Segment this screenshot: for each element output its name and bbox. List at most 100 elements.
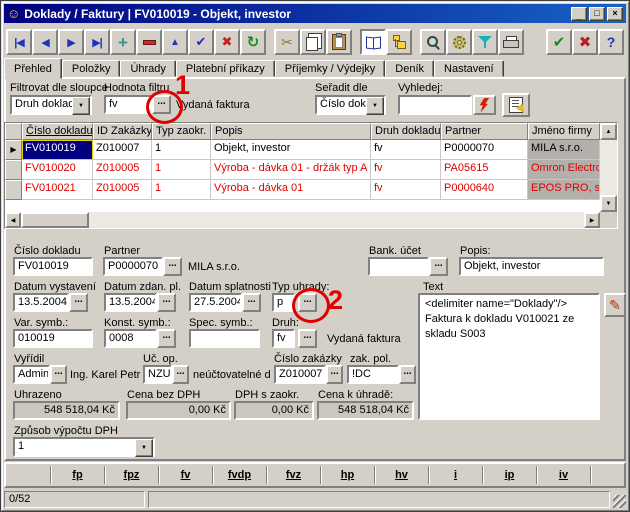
- tab-nastaveni[interactable]: Nastavení: [434, 60, 504, 77]
- table-cell[interactable]: Objekt, investor: [211, 140, 371, 160]
- col-header-jmeno-firmy[interactable]: Jméno firmy: [528, 123, 600, 140]
- delete-record-button[interactable]: [136, 29, 162, 55]
- table-cell[interactable]: FV010021: [22, 180, 93, 200]
- ok-button[interactable]: ✔: [546, 29, 572, 55]
- chevron-down-icon[interactable]: ▼: [366, 97, 384, 115]
- minimize-button[interactable]: _: [571, 7, 587, 21]
- scroll-down-button[interactable]: ▼: [600, 195, 617, 212]
- search-button[interactable]: [420, 29, 446, 55]
- refresh-button[interactable]: ↻: [240, 29, 266, 55]
- nav-last-button[interactable]: ▶|: [84, 29, 110, 55]
- doc-type-link-hv[interactable]: hv: [395, 469, 408, 481]
- table-cell[interactable]: Z010005: [93, 160, 152, 180]
- bank-ucet-lookup-button[interactable]: ...: [429, 257, 448, 276]
- vyridil-lookup-button[interactable]: ...: [50, 365, 67, 384]
- bank-ucet-field[interactable]: [368, 257, 429, 276]
- scroll-up-button[interactable]: ▲: [600, 123, 617, 140]
- doc-type-link-i[interactable]: i: [454, 469, 457, 481]
- add-record-button[interactable]: +: [110, 29, 136, 55]
- col-header-id-zakazky[interactable]: ID Zakázky: [93, 123, 152, 140]
- datum-vystaveni-field[interactable]: 13.5.2004 1: [13, 293, 69, 312]
- table-cell[interactable]: fv: [371, 140, 441, 160]
- uc-op-lookup-button[interactable]: ...: [172, 365, 189, 384]
- text-area[interactable]: <delimiter name="Doklady"/> Faktura k do…: [418, 293, 600, 420]
- zak-pol-field[interactable]: !DC: [347, 365, 399, 384]
- table-cell[interactable]: FV010020: [22, 160, 93, 180]
- doc-type-link-fvdp[interactable]: fvdp: [228, 469, 251, 481]
- filter-button[interactable]: [472, 29, 498, 55]
- tab-platebni-prikazy[interactable]: Platební příkazy: [176, 60, 275, 77]
- table-cell[interactable]: EPOS PRO, s.: [528, 180, 600, 200]
- cancel-edit-button[interactable]: ✖: [214, 29, 240, 55]
- doc-type-link-fv[interactable]: fv: [181, 469, 191, 481]
- popis-field[interactable]: Objekt, investor: [459, 257, 604, 276]
- scroll-right-button[interactable]: ▶: [584, 212, 600, 228]
- table-cell[interactable]: Z010007: [93, 140, 152, 160]
- doc-type-link-fp[interactable]: fp: [72, 469, 82, 481]
- col-header-popis[interactable]: Popis: [211, 123, 371, 140]
- col-header-partner[interactable]: Partner: [441, 123, 528, 140]
- var-symb-field[interactable]: 010019: [13, 329, 93, 348]
- search-go-button[interactable]: [473, 95, 496, 115]
- table-cell[interactable]: 1: [152, 140, 211, 160]
- tree-view-button[interactable]: [386, 29, 412, 55]
- copy-button[interactable]: [300, 29, 326, 55]
- table-cell[interactable]: MILA s.r.o.: [528, 140, 600, 160]
- doc-type-link-hp[interactable]: hp: [341, 469, 354, 481]
- table-cell[interactable]: Omron Electro: [528, 160, 600, 180]
- hscroll-thumb[interactable]: [21, 212, 89, 228]
- datum-zdan-picker-button[interactable]: ...: [157, 293, 176, 312]
- text-edit-button[interactable]: ✎: [604, 293, 626, 317]
- druh-lookup-button[interactable]: ...: [298, 329, 317, 348]
- zpusob-dph-select[interactable]: 1 ▼: [13, 437, 155, 457]
- tab-prijemky-vydejky[interactable]: Příjemky / Výdejky: [275, 60, 385, 77]
- zak-pol-lookup-button[interactable]: ...: [399, 365, 416, 384]
- doc-type-link-fvz[interactable]: fvz: [286, 469, 301, 481]
- search-input[interactable]: [398, 95, 472, 115]
- print-button[interactable]: [498, 29, 524, 55]
- table-cell[interactable]: Výroba - dávka 01 - držák typ A: [211, 160, 371, 180]
- partner-field[interactable]: P0000070: [103, 257, 163, 276]
- col-header-cislo-dokladu[interactable]: Číslo dokladu: [22, 123, 93, 140]
- scroll-left-button[interactable]: ◀: [5, 212, 21, 228]
- cancel-button[interactable]: ✖: [572, 29, 598, 55]
- spec-symb-field[interactable]: [189, 329, 260, 348]
- settings-button[interactable]: [446, 29, 472, 55]
- chevron-down-icon[interactable]: ▼: [135, 439, 153, 457]
- table-cell[interactable]: Výroba - dávka 01: [211, 180, 371, 200]
- tab-polozky[interactable]: Položky: [62, 60, 121, 77]
- vyridil-field[interactable]: Admin: [13, 365, 50, 384]
- table-cell[interactable]: P0000070: [441, 140, 528, 160]
- table-cell[interactable]: 1: [152, 180, 211, 200]
- doc-type-link-ip[interactable]: ip: [505, 469, 515, 481]
- table-cell[interactable]: fv: [371, 180, 441, 200]
- partner-lookup-button[interactable]: ...: [163, 257, 182, 276]
- datum-splatnosti-field[interactable]: 27.5.2004 1: [189, 293, 242, 312]
- nav-first-button[interactable]: |◀: [6, 29, 32, 55]
- filter-value-input[interactable]: fv: [104, 95, 152, 114]
- col-header-typ-zaokr[interactable]: Typ zaokr.: [152, 123, 211, 140]
- tab-uhrady[interactable]: Úhrady: [120, 60, 175, 77]
- doc-type-link-iv[interactable]: iv: [559, 469, 568, 481]
- nav-prev-button[interactable]: ◀: [32, 29, 58, 55]
- table-cell[interactable]: Z010005: [93, 180, 152, 200]
- close-button[interactable]: ×: [607, 7, 623, 21]
- table-cell[interactable]: P0000640: [441, 180, 528, 200]
- post-record-button[interactable]: ✔: [188, 29, 214, 55]
- tab-prehled[interactable]: Přehled: [4, 58, 62, 79]
- chevron-down-icon[interactable]: ▼: [72, 97, 90, 115]
- table-cell[interactable]: FV010019: [22, 140, 93, 160]
- datum-splatnosti-picker-button[interactable]: ...: [242, 293, 261, 312]
- edit-record-button[interactable]: ▲: [162, 29, 188, 55]
- paste-button[interactable]: [326, 29, 352, 55]
- uc-op-field[interactable]: NZU: [143, 365, 172, 384]
- resize-grip[interactable]: [613, 495, 626, 508]
- help-button[interactable]: ?: [598, 29, 624, 55]
- detail-view-button[interactable]: [360, 29, 386, 55]
- maximize-button[interactable]: □: [589, 7, 605, 21]
- filter-column-select[interactable]: Druh dokladu ▼: [10, 95, 92, 115]
- cislo-dokladu-field[interactable]: FV010019: [13, 257, 93, 276]
- sort-select[interactable]: Číslo dokla ▼: [315, 95, 386, 115]
- konst-symb-lookup-button[interactable]: ...: [157, 329, 176, 348]
- cislo-zakazky-lookup-button[interactable]: ...: [326, 365, 343, 384]
